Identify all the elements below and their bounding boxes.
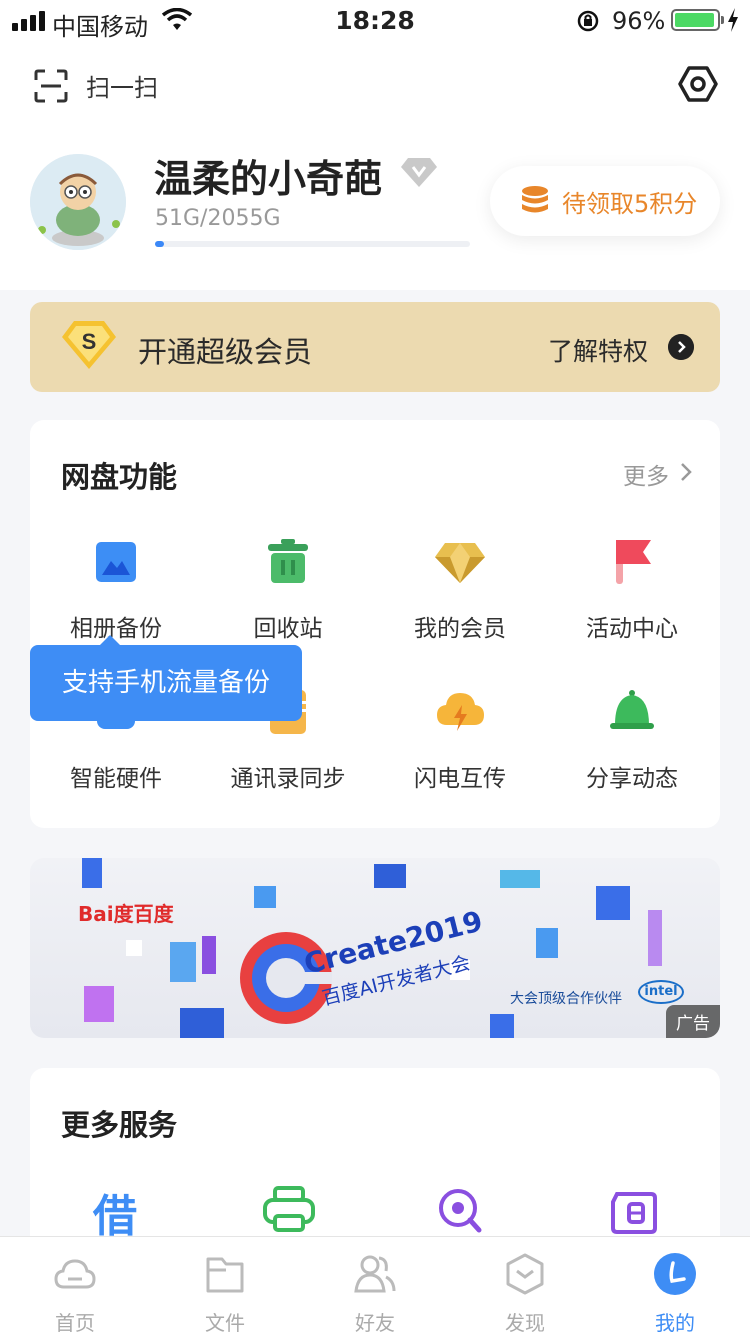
tab-profile[interactable]: 我的 — [600, 1237, 750, 1334]
feature-label: 闪电互传 — [414, 766, 506, 792]
tab-label: 好友 — [355, 1311, 395, 1334]
status-bar: 中国移动 18:28 96% — [0, 0, 750, 41]
intel-logo: intel — [638, 980, 684, 1004]
super-vip-banner[interactable]: S 开通超级会员 了解特权 — [30, 302, 720, 392]
vip-title: 开通超级会员 — [138, 335, 313, 369]
scan-button[interactable]: 扫一扫 — [34, 68, 158, 103]
storage-bar-fill — [155, 241, 165, 247]
flag-icon — [616, 540, 651, 584]
charging-icon — [728, 8, 738, 32]
features-title: 网盘功能 — [61, 460, 178, 494]
features-more-link[interactable]: 更多 — [623, 457, 669, 491]
trash-icon — [268, 539, 308, 583]
feature-label: 分享动态 — [586, 766, 678, 792]
vip-diamond-icon[interactable] — [400, 156, 438, 188]
feature-my-membership[interactable]: 我的会员 — [385, 535, 535, 643]
tab-discover[interactable]: 发现 — [450, 1237, 600, 1334]
backup-tooltip[interactable]: 支持手机流量备份 — [30, 645, 302, 721]
tab-label: 我的 — [655, 1311, 695, 1334]
feature-label: 我的会员 — [414, 616, 506, 642]
feature-recycle-bin[interactable]: 回收站 — [213, 535, 363, 643]
tooltip-arrow — [100, 635, 120, 645]
feature-lightning-transfer[interactable]: 闪电互传 — [385, 685, 535, 793]
tab-label: 首页 — [55, 1311, 95, 1334]
vip-privileges-link[interactable]: 了解特权 — [548, 332, 648, 368]
feature-label: 回收站 — [253, 616, 323, 642]
points-label: 待领取5积分 — [562, 189, 698, 218]
friends-icon — [354, 1255, 396, 1293]
tab-files[interactable]: 文件 — [150, 1237, 300, 1334]
feature-label: 通讯录同步 — [230, 766, 346, 792]
bell-icon — [610, 690, 654, 729]
super-vip-badge-icon: S — [62, 321, 116, 369]
cloud-icon — [54, 1259, 96, 1289]
feature-label: 活动中心 — [586, 616, 678, 642]
feature-photo-backup[interactable]: 相册备份 — [41, 535, 191, 643]
printer-icon[interactable] — [259, 1186, 319, 1236]
scan-label: 扫一扫 — [86, 74, 158, 102]
avatar[interactable] — [30, 154, 126, 250]
profile-header: 扫一扫 温柔的小奇葩 51G/2055G 待领取5积分 — [0, 40, 750, 290]
profile-icon — [654, 1253, 696, 1295]
diamond-icon — [435, 543, 485, 583]
feature-label: 智能硬件 — [70, 766, 162, 792]
claim-points-button[interactable]: 待领取5积分 — [490, 166, 720, 236]
ad-partner-text: 大会顶级合作伙伴 — [510, 991, 622, 1007]
storage-text: 51G/2055G — [155, 206, 281, 231]
svg-text:S: S — [82, 329, 97, 354]
tab-home[interactable]: 首页 — [0, 1237, 150, 1334]
battery-icon — [671, 9, 720, 31]
rotation-lock-icon — [577, 10, 599, 32]
ad-brand-logo: Bai度百度 — [78, 902, 174, 926]
battery-percent: 96% — [612, 7, 666, 35]
lightning-cloud-icon — [437, 693, 484, 731]
folder-icon — [206, 1257, 244, 1293]
loan-service-icon[interactable]: 借 — [85, 1180, 145, 1242]
username: 温柔的小奇葩 — [154, 157, 383, 201]
tab-label: 文件 — [205, 1311, 245, 1334]
coins-icon — [522, 186, 548, 213]
feature-share-feed[interactable]: 分享动态 — [557, 685, 707, 793]
storage-bar — [155, 241, 470, 247]
search-service-icon[interactable] — [431, 1186, 491, 1236]
ad-banner[interactable]: Bai度百度 Create2019 百度AI开发者大会 大会顶级合作伙伴 int… — [30, 858, 720, 1038]
arrow-right-circle-icon[interactable] — [668, 334, 694, 360]
ad-tag: 广告 — [666, 1005, 720, 1038]
scan-icon — [34, 69, 68, 102]
settings-icon[interactable] — [678, 64, 718, 104]
photo-backup-icon — [96, 542, 136, 582]
disk-features-card: 网盘功能 更多 相册备份 回收站 我的会员 活动中心 智能硬件 通讯录同步 闪电… — [30, 420, 720, 828]
tab-friends[interactable]: 好友 — [300, 1237, 450, 1334]
discover-icon — [506, 1253, 544, 1295]
card-service-icon[interactable] — [603, 1186, 663, 1236]
services-title: 更多服务 — [61, 1108, 178, 1142]
bottom-tab-bar: 首页 文件 好友 发现 我的 — [0, 1236, 750, 1334]
chevron-right-icon[interactable] — [680, 462, 692, 482]
tab-label: 发现 — [505, 1311, 545, 1334]
feature-activity-center[interactable]: 活动中心 — [557, 535, 707, 643]
